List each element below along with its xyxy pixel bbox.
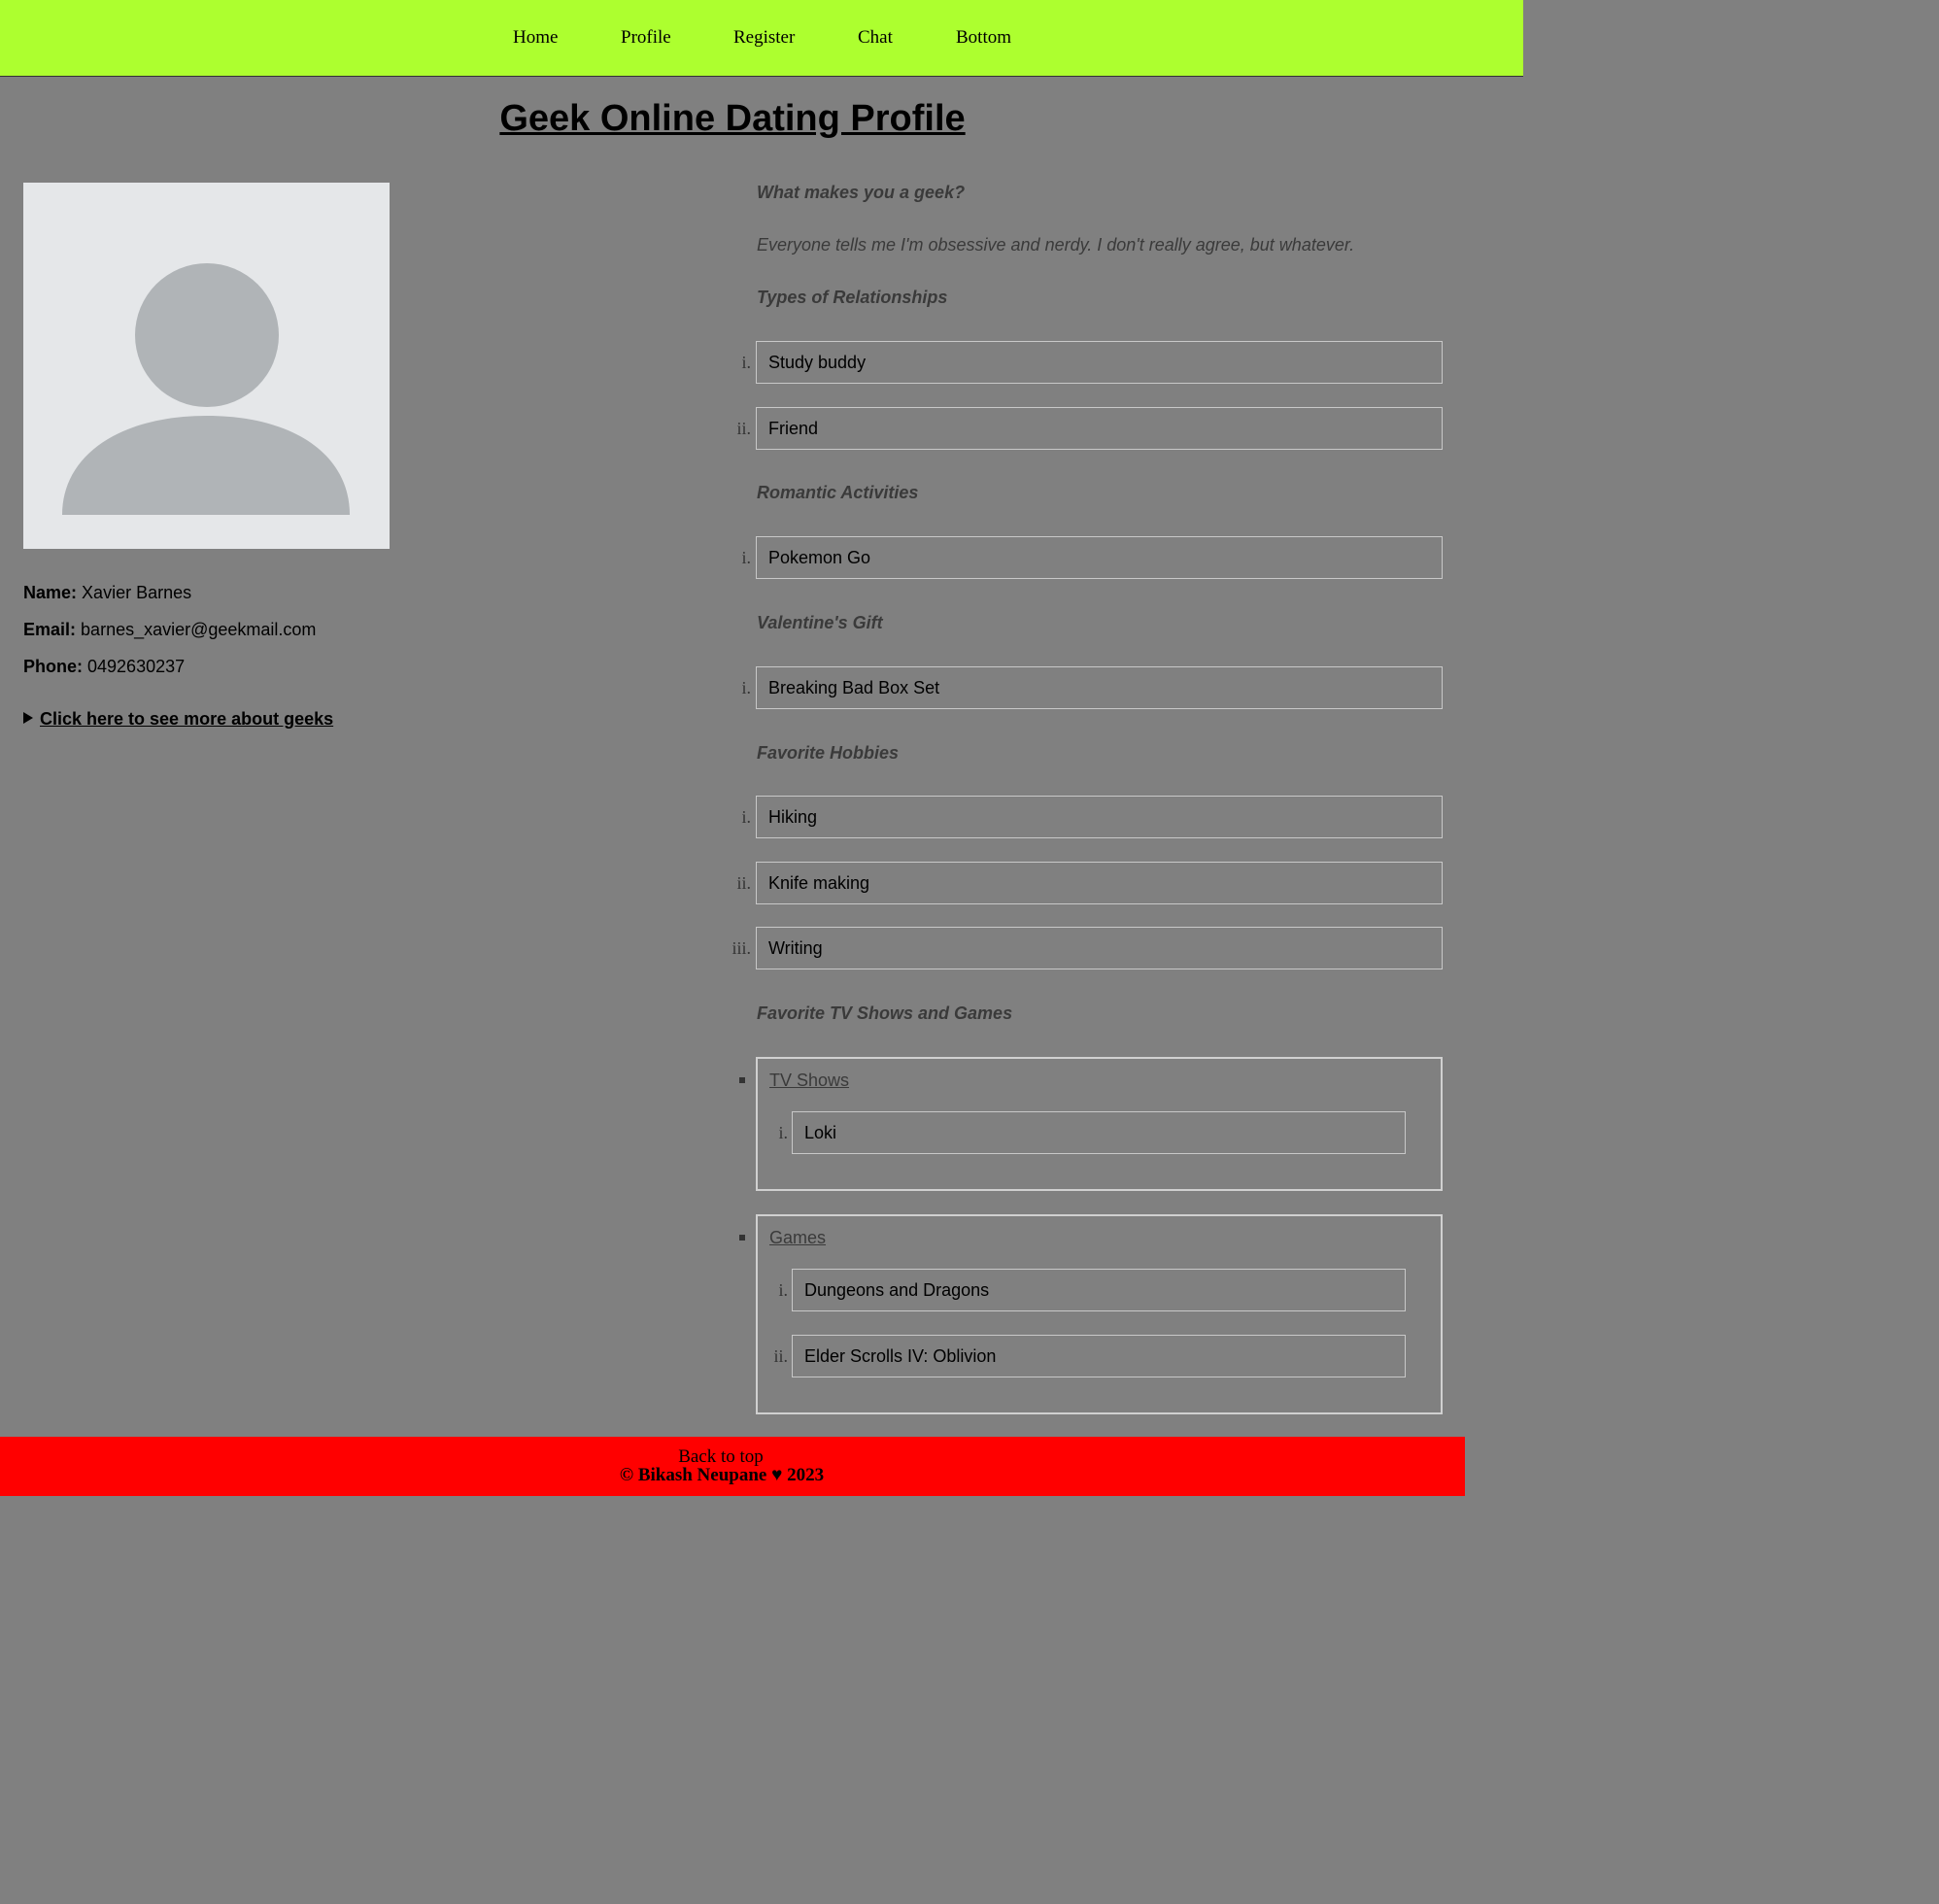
page-title: Geek Online Dating Profile bbox=[499, 98, 966, 139]
user-silhouette-icon bbox=[23, 183, 390, 549]
list-marker: iii. bbox=[731, 938, 751, 958]
tv-show-item: Loki bbox=[792, 1111, 1406, 1154]
email-label: Email: bbox=[23, 620, 77, 639]
relationship-item: Friend bbox=[756, 407, 1443, 450]
game-item: Dungeons and Dragons bbox=[792, 1269, 1406, 1311]
footer: Back to top © Bikash Neupane ♥ 2023 bbox=[0, 1437, 1465, 1496]
phone-label: Phone: bbox=[23, 657, 83, 676]
romantic-heading: Romantic Activities bbox=[757, 483, 919, 502]
games-box bbox=[756, 1214, 1443, 1414]
list-marker: i. bbox=[741, 678, 751, 697]
list-marker: ii. bbox=[736, 419, 751, 438]
valentine-item: Breaking Bad Box Set bbox=[756, 666, 1443, 709]
list-marker: i. bbox=[741, 807, 751, 827]
more-about-geeks-label: Click here to see more about geeks bbox=[40, 709, 334, 729]
list-marker: i. bbox=[741, 353, 751, 372]
games-label: Games bbox=[769, 1228, 827, 1247]
list-marker: i. bbox=[778, 1123, 788, 1142]
relationship-item: Study buddy bbox=[756, 341, 1443, 384]
romantic-item: Pokemon Go bbox=[756, 536, 1443, 579]
geek-answer: Everyone tells me I'm obsessive and nerd… bbox=[757, 235, 1355, 255]
tv-games-heading: Favorite TV Shows and Games bbox=[757, 1003, 1013, 1023]
list-marker: ii. bbox=[773, 1346, 788, 1366]
top-nav: Home Profile Register Chat Bottom bbox=[0, 0, 1523, 77]
tv-shows-label: TV Shows bbox=[769, 1071, 850, 1090]
hobbies-heading: Favorite Hobbies bbox=[757, 743, 900, 763]
nav-bottom-link[interactable]: Bottom bbox=[956, 27, 1011, 49]
back-to-top-link[interactable]: Back to top bbox=[0, 1447, 1442, 1467]
profile-name: Name: Xavier Barnes bbox=[23, 582, 191, 603]
name-value: Xavier Barnes bbox=[82, 583, 192, 602]
list-marker: i. bbox=[778, 1280, 788, 1300]
name-label: Name: bbox=[23, 583, 78, 602]
nav-chat-link[interactable]: Chat bbox=[858, 27, 893, 49]
hobby-item: Writing bbox=[756, 927, 1443, 969]
copyright-text: © Bikash Neupane ♥ 2023 bbox=[619, 1465, 825, 1485]
email-value: barnes_xavier@geekmail.com bbox=[81, 620, 317, 639]
nav-home-link[interactable]: Home bbox=[513, 27, 558, 49]
nav-register-link[interactable]: Register bbox=[733, 27, 795, 49]
triangle-right-icon bbox=[23, 712, 33, 724]
profile-email: Email: barnes_xavier@geekmail.com bbox=[23, 619, 316, 640]
nav-profile-link[interactable]: Profile bbox=[621, 27, 671, 49]
list-marker: i. bbox=[741, 548, 751, 567]
game-item: Elder Scrolls IV: Oblivion bbox=[792, 1335, 1406, 1377]
phone-value: 0492630237 bbox=[87, 657, 186, 676]
valentine-heading: Valentine's Gift bbox=[757, 613, 883, 632]
profile-phone: Phone: 0492630237 bbox=[23, 656, 185, 677]
more-about-geeks-toggle[interactable]: Click here to see more about geeks bbox=[23, 708, 333, 730]
hobby-item: Knife making bbox=[756, 862, 1443, 904]
relationships-heading: Types of Relationships bbox=[757, 288, 948, 307]
geek-heading: What makes you a geek? bbox=[757, 183, 966, 202]
square-bullet-icon bbox=[739, 1235, 745, 1241]
hobby-item: Hiking bbox=[756, 796, 1443, 838]
square-bullet-icon bbox=[739, 1077, 745, 1083]
list-marker: ii. bbox=[736, 873, 751, 893]
